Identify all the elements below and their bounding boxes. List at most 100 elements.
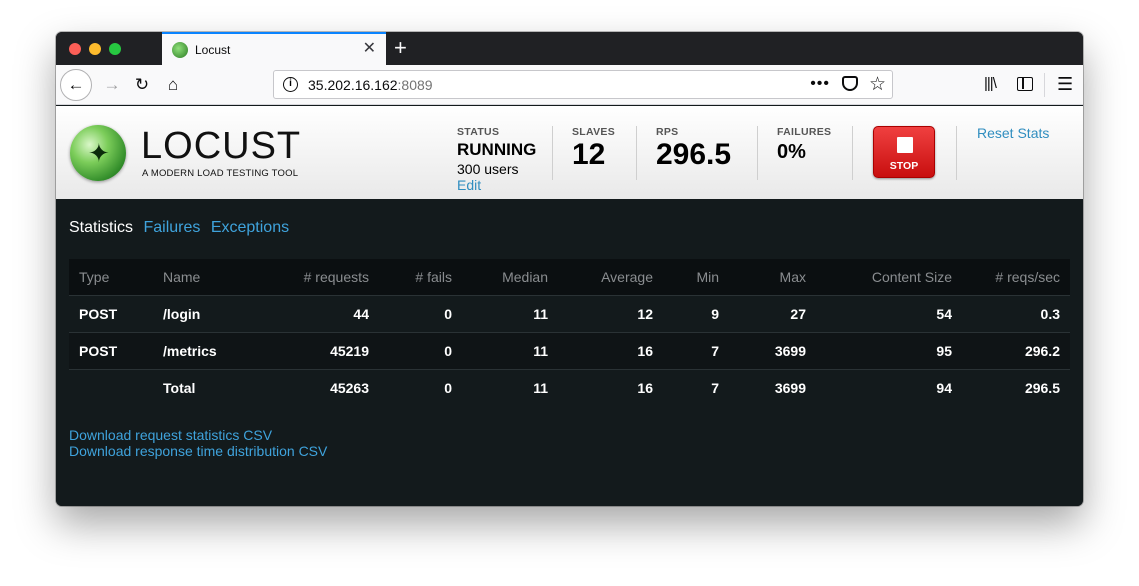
slaves-value: 12 — [572, 138, 606, 171]
bookmark-star-icon[interactable]: ☆ — [869, 73, 886, 96]
cell-reqs-per-sec: 296.5 — [1024, 379, 1060, 396]
browser-tab-locust[interactable]: Locust ✕ — [162, 32, 386, 65]
reset-stats-link[interactable]: Reset Stats — [977, 125, 1049, 141]
tab-exceptions[interactable]: Exceptions — [211, 219, 289, 236]
tab-statistics[interactable]: Statistics — [69, 219, 133, 236]
locust-header: ✦ LOCUST A MODERN LOAD TESTING TOOL STAT… — [56, 106, 1083, 199]
browser-window: Locust ✕ + ← → ↻ ⌂ i 35.202.16.162:8089 … — [56, 32, 1083, 506]
stat-divider — [757, 126, 758, 180]
sidebar-icon[interactable] — [1017, 77, 1033, 91]
url-host: 35.202.16.162 — [308, 77, 398, 93]
toolbar-divider — [1044, 73, 1045, 97]
cell-requests: 44 — [353, 305, 369, 322]
forward-button[interactable]: → — [96, 69, 128, 101]
url-bar[interactable]: i 35.202.16.162:8089 ••• ☆ — [273, 70, 893, 99]
cell-min: 9 — [711, 305, 719, 322]
slaves-label: SLAVES — [572, 126, 616, 138]
col-header-type[interactable]: Type — [69, 259, 153, 295]
cell-min: 7 — [711, 342, 719, 359]
home-icon[interactable]: ⌂ — [157, 69, 189, 101]
logo-title: LOCUST — [141, 125, 302, 167]
cell-median: 11 — [533, 342, 548, 359]
minimize-window-button[interactable] — [89, 43, 101, 55]
table-row: POST /metrics 45219 0 11 16 7 3699 95 29… — [69, 332, 1070, 369]
status-label: STATUS — [457, 126, 500, 138]
url-text[interactable]: 35.202.16.162:8089 — [308, 77, 433, 93]
stat-divider — [852, 126, 853, 180]
status-box: STATUS RUNNING 300 users Edit — [457, 126, 536, 193]
cell-reqs-per-sec: 0.3 — [1040, 305, 1060, 322]
stat-divider — [956, 126, 957, 180]
hamburger-menu-icon[interactable]: ☰ — [1057, 74, 1073, 95]
cell-type — [69, 369, 153, 406]
cell-type: POST — [79, 305, 118, 322]
cell-requests: 45263 — [330, 379, 369, 396]
failures-box: FAILURES 0% — [777, 126, 831, 164]
failures-label: FAILURES — [777, 126, 832, 138]
cell-fails: 0 — [444, 342, 452, 359]
maximize-window-button[interactable] — [109, 43, 121, 55]
cell-max: 3699 — [774, 379, 806, 396]
col-header-median[interactable]: Median — [462, 259, 558, 295]
reload-icon[interactable]: ↻ — [126, 69, 158, 101]
pocket-icon[interactable] — [842, 76, 858, 91]
close-tab-icon[interactable]: ✕ — [363, 40, 376, 58]
library-icon[interactable]: |||\ — [984, 75, 997, 92]
download-response-dist-link[interactable]: Download response time distribution CSV — [69, 443, 327, 459]
stop-button[interactable]: STOP — [873, 126, 935, 178]
table-row: POST /login 44 0 11 12 9 27 54 0.3 — [69, 295, 1070, 332]
close-window-button[interactable] — [69, 43, 81, 55]
cell-max: 27 — [790, 305, 806, 322]
tab-failures[interactable]: Failures — [143, 219, 200, 236]
cell-requests: 45219 — [330, 342, 369, 359]
url-port: :8089 — [397, 77, 433, 93]
back-button[interactable]: ← — [60, 69, 92, 101]
cell-name: /metrics — [163, 342, 217, 359]
failures-value: 0% — [777, 141, 806, 163]
locust-logo-icon: ✦ — [70, 125, 126, 181]
cell-average: 12 — [637, 305, 653, 322]
cell-max: 3699 — [774, 342, 806, 359]
cell-median: 11 — [533, 379, 548, 396]
download-request-stats-link[interactable]: Download request statistics CSV — [69, 427, 327, 443]
logo-tagline: A MODERN LOAD TESTING TOOL — [142, 168, 299, 179]
cell-content-size: 95 — [936, 342, 952, 359]
cell-name: /login — [163, 305, 201, 322]
table-header-row: Type Name # requests # fails Median Aver… — [69, 259, 1070, 295]
site-info-icon[interactable]: i — [283, 77, 298, 92]
col-header-content-size[interactable]: Content Size — [816, 259, 962, 295]
locust-favicon-icon — [172, 42, 188, 58]
cell-fails: 0 — [444, 379, 452, 396]
col-header-requests[interactable]: # requests — [263, 259, 379, 295]
col-header-name[interactable]: Name — [153, 259, 263, 295]
locust-insect-icon: ✦ — [88, 138, 110, 168]
stop-icon — [897, 137, 913, 153]
table-total-row: Total 45263 0 11 16 7 3699 94 296.5 — [69, 369, 1070, 406]
cell-average: 16 — [637, 342, 653, 359]
new-tab-icon[interactable]: + — [394, 36, 407, 60]
col-header-average[interactable]: Average — [558, 259, 663, 295]
tab-strip: Locust ✕ + — [56, 32, 1083, 65]
cell-min: 7 — [711, 379, 719, 396]
page-actions-icon[interactable]: ••• — [810, 75, 830, 93]
rps-value: 296.5 — [656, 138, 732, 171]
col-header-fails[interactable]: # fails — [379, 259, 462, 295]
edit-link[interactable]: Edit — [457, 177, 536, 193]
stat-divider — [552, 126, 553, 180]
content-tabs: Statistics Failures Exceptions — [69, 219, 295, 237]
col-header-min[interactable]: Min — [663, 259, 729, 295]
cell-content-size: 94 — [936, 379, 952, 396]
tab-title: Locust — [195, 43, 231, 57]
navigation-bar: ← → ↻ ⌂ i 35.202.16.162:8089 ••• ☆ |||\ … — [56, 65, 1083, 105]
download-links: Download request statistics CSV Download… — [69, 427, 327, 459]
rps-box: RPS 296.5 — [656, 126, 731, 172]
col-header-reqs-per-sec[interactable]: # reqs/sec — [962, 259, 1070, 295]
user-count: 300 users — [457, 161, 519, 177]
cell-fails: 0 — [444, 305, 452, 322]
col-header-max[interactable]: Max — [729, 259, 816, 295]
cell-average: 16 — [637, 379, 653, 396]
cell-content-size: 54 — [936, 305, 952, 322]
stop-label: STOP — [889, 160, 919, 172]
cell-median: 11 — [533, 305, 548, 322]
cell-reqs-per-sec: 296.2 — [1024, 342, 1060, 359]
